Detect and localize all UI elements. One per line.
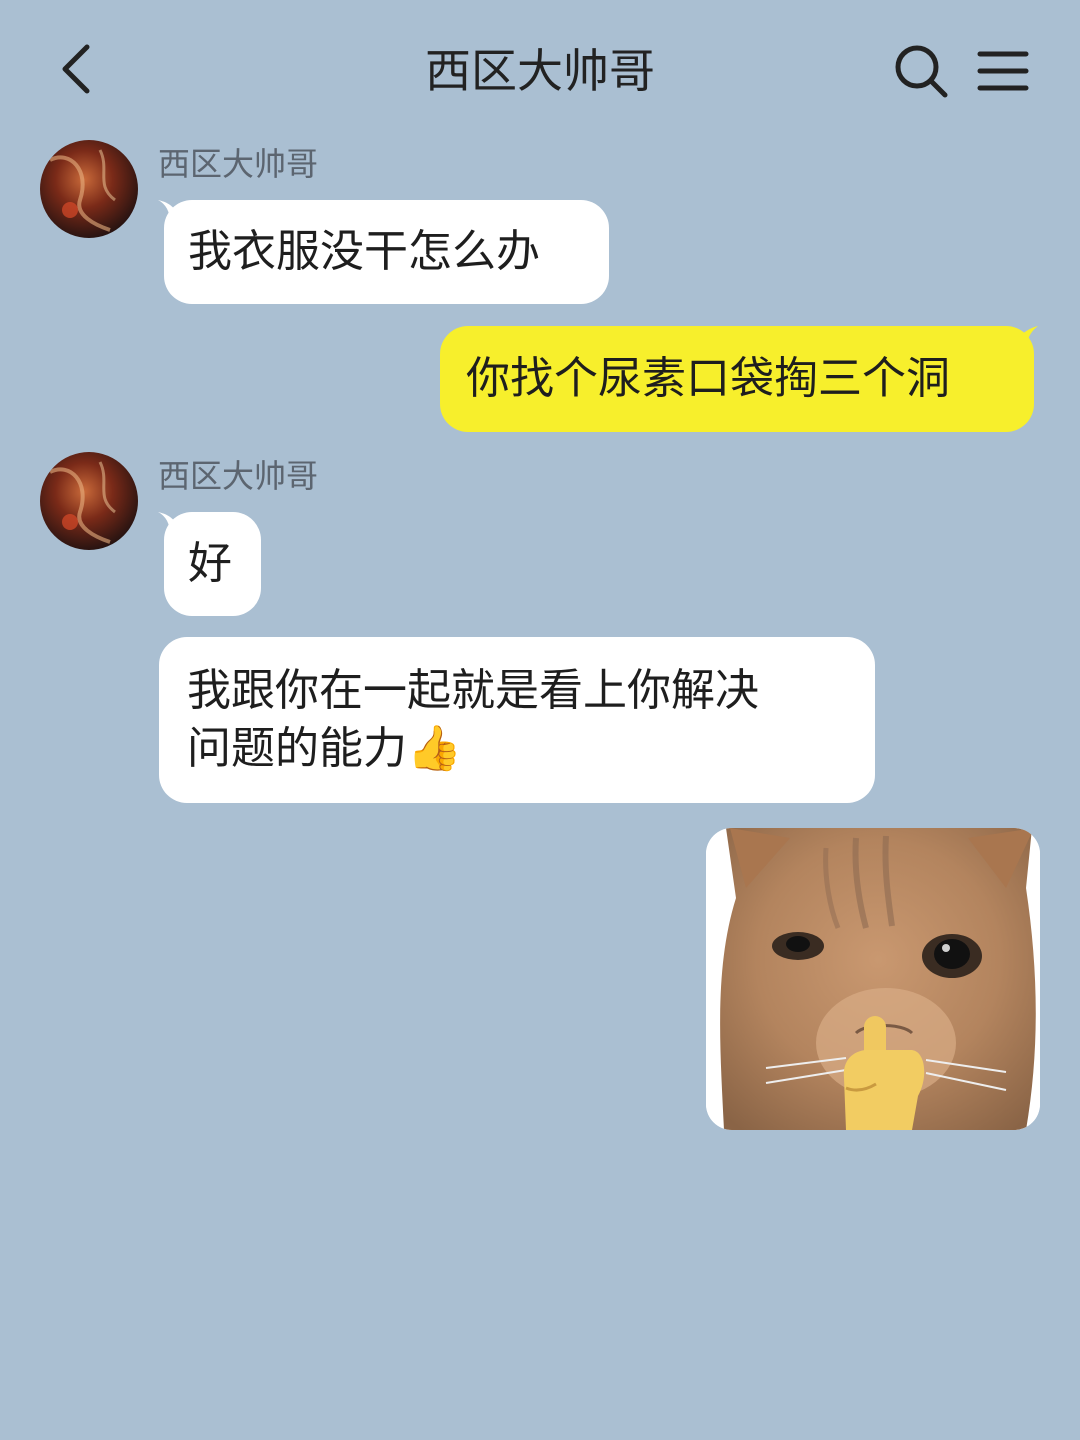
avatar-image xyxy=(40,140,138,238)
message-text: 你找个尿素口袋掏三个洞 xyxy=(466,353,950,404)
avatar-image xyxy=(40,452,138,550)
chevron-left-icon xyxy=(62,44,90,94)
message-text-line: 问题的能力👍 xyxy=(187,723,462,774)
chat-header: 西区大帅哥 xyxy=(0,0,1080,140)
sender-avatar[interactable] xyxy=(40,140,138,238)
menu-button[interactable] xyxy=(970,38,1036,104)
sender-name: 西区大帅哥 xyxy=(158,145,319,183)
message-bubble[interactable]: 我跟你在一起就是看上你解决 问题的能力👍 xyxy=(159,637,875,803)
cat-sticker-image[interactable] xyxy=(706,828,1040,1130)
chat-title: 西区大帅哥 xyxy=(425,44,655,98)
message-bubble[interactable]: 我衣服没干怎么办 xyxy=(164,200,609,304)
sender-avatar[interactable] xyxy=(40,452,138,550)
message-bubble[interactable]: 你找个尿素口袋掏三个洞 xyxy=(440,326,1034,432)
search-button[interactable] xyxy=(888,38,954,104)
back-button[interactable] xyxy=(44,36,110,102)
search-icon xyxy=(895,45,948,98)
message-text: 我衣服没干怎么办 xyxy=(188,226,540,277)
message-text-line: 我跟你在一起就是看上你解决 xyxy=(187,665,759,716)
cat-shush-sticker xyxy=(706,828,1040,1130)
message-text: 好 xyxy=(188,538,232,589)
message-bubble[interactable]: 好 xyxy=(164,512,261,616)
sender-name: 西区大帅哥 xyxy=(158,457,319,495)
menu-icon xyxy=(977,51,1029,91)
